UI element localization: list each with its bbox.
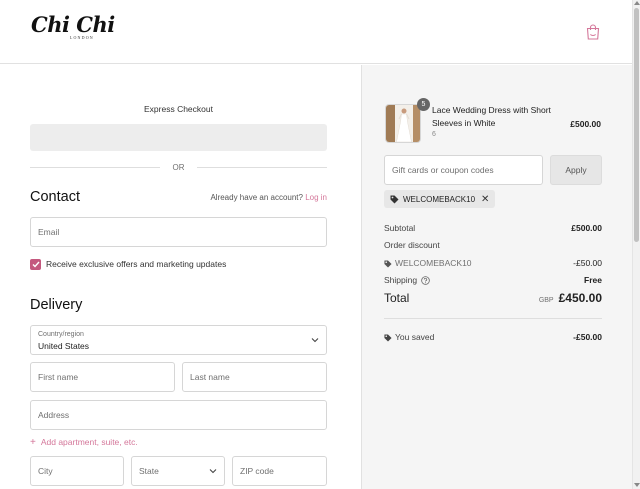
email-placeholder: Email — [38, 227, 60, 237]
marketing-optin[interactable]: Receive exclusive offers and marketing u… — [30, 258, 226, 270]
last-name-field[interactable]: Last name — [182, 362, 327, 392]
shopping-bag-icon[interactable] — [586, 24, 600, 40]
subtotal-label: Subtotal — [384, 223, 416, 233]
login-link[interactable]: Log in — [305, 193, 327, 202]
subtotal-value: £500.00 — [571, 223, 602, 233]
checkout-form: Express Checkout OR Contact Already have… — [0, 65, 361, 489]
express-checkout-title: Express Checkout — [144, 104, 213, 114]
tag-icon — [384, 260, 392, 268]
email-field[interactable]: Email — [30, 217, 327, 247]
discount-value: -£50.00 — [573, 258, 602, 268]
tag-icon — [390, 195, 399, 203]
total-label: Total — [384, 291, 410, 305]
saved-label: You saved — [395, 332, 435, 342]
savings-row: You saved -£50.00 — [384, 332, 602, 342]
account-prompt: Already have an account? Log in — [210, 193, 327, 202]
country-select[interactable]: Country/region United States — [30, 325, 327, 355]
scroll-up-arrow-icon[interactable] — [634, 1, 640, 5]
delivery-title: Delivery — [30, 297, 83, 313]
plus-icon: + — [30, 437, 36, 448]
contact-title: Contact — [30, 189, 80, 205]
tag-icon — [384, 334, 392, 342]
coupon-input[interactable]: Gift cards or coupon codes — [384, 155, 543, 185]
account-prompt-text: Already have an account? — [210, 193, 303, 202]
order-discount-row: Order discount — [384, 240, 602, 250]
marketing-label: Receive exclusive offers and marketing u… — [46, 259, 227, 269]
dress-image-icon — [386, 105, 420, 142]
add-apartment-label: Add apartment, suite, etc. — [40, 437, 138, 447]
state-placeholder: State — [139, 466, 159, 476]
city-placeholder: City — [38, 466, 53, 476]
site-header: Chi Chi LONDON — [0, 0, 632, 64]
total-value: £450.00 — [558, 291, 602, 305]
country-label: Country/region — [38, 331, 84, 338]
or-text: OR — [166, 163, 191, 172]
shipping-value: Free — [584, 275, 602, 285]
quantity-badge: 5 — [417, 98, 430, 111]
last-name-placeholder: Last name — [190, 372, 230, 382]
scrollbar-thumb[interactable] — [634, 8, 639, 242]
zip-placeholder: ZIP code — [240, 466, 274, 476]
order-summary: 5 Lace Wedding Dress with Short Sleeves … — [361, 65, 632, 489]
scroll-down-arrow-icon[interactable] — [634, 483, 640, 487]
shipping-label: Shipping — [384, 275, 418, 285]
country-value: United States — [38, 341, 90, 351]
summary-divider — [384, 318, 602, 319]
add-apartment-link[interactable]: + Add apartment, suite, etc. — [30, 437, 138, 448]
remove-code-icon[interactable]: ✕ — [481, 194, 489, 205]
subtotal-row: Subtotal £500.00 — [384, 223, 602, 233]
logo-wordmark: Chi Chi — [31, 12, 115, 37]
discount-code: WELCOMEBACK10 — [395, 258, 472, 268]
chevron-down-icon — [209, 469, 217, 474]
state-select[interactable]: State — [131, 456, 225, 486]
order-discount-label: Order discount — [384, 240, 440, 250]
checkmark-icon — [32, 261, 40, 268]
or-divider: OR — [30, 163, 327, 173]
apply-button[interactable]: Apply — [550, 155, 602, 185]
address-placeholder: Address — [38, 410, 70, 420]
saved-value: -£50.00 — [573, 332, 602, 342]
product-price: £500.00 — [570, 119, 601, 129]
total-row: Total GBP £450.00 — [384, 291, 602, 305]
discount-code-row: WELCOMEBACK10 -£50.00 — [384, 258, 602, 268]
product-thumbnail — [385, 104, 421, 143]
help-circle-icon[interactable] — [421, 276, 431, 286]
page-scrollbar[interactable] — [632, 0, 640, 489]
address-field[interactable]: Address — [30, 400, 327, 430]
product-name: Lace Wedding Dress with Short Sleeves in… — [432, 105, 551, 128]
total-currency: GBP — [538, 297, 554, 304]
brand-logo[interactable]: Chi Chi LONDON — [31, 12, 115, 41]
chevron-down-icon — [311, 338, 319, 343]
shipping-row: Shipping Free — [384, 275, 602, 286]
city-field[interactable]: City — [30, 456, 124, 486]
product-variant: 6 — [432, 131, 436, 138]
first-name-placeholder: First name — [38, 372, 79, 382]
first-name-field[interactable]: First name — [30, 362, 175, 392]
express-checkout-buttons[interactable] — [30, 124, 327, 151]
applied-code-chip: WELCOMEBACK10 ✕ — [384, 190, 496, 208]
coupon-placeholder: Gift cards or coupon codes — [392, 165, 494, 175]
marketing-checkbox[interactable] — [30, 258, 41, 270]
zip-field[interactable]: ZIP code — [232, 456, 327, 486]
applied-code-text: WELCOMEBACK10 — [403, 194, 476, 204]
